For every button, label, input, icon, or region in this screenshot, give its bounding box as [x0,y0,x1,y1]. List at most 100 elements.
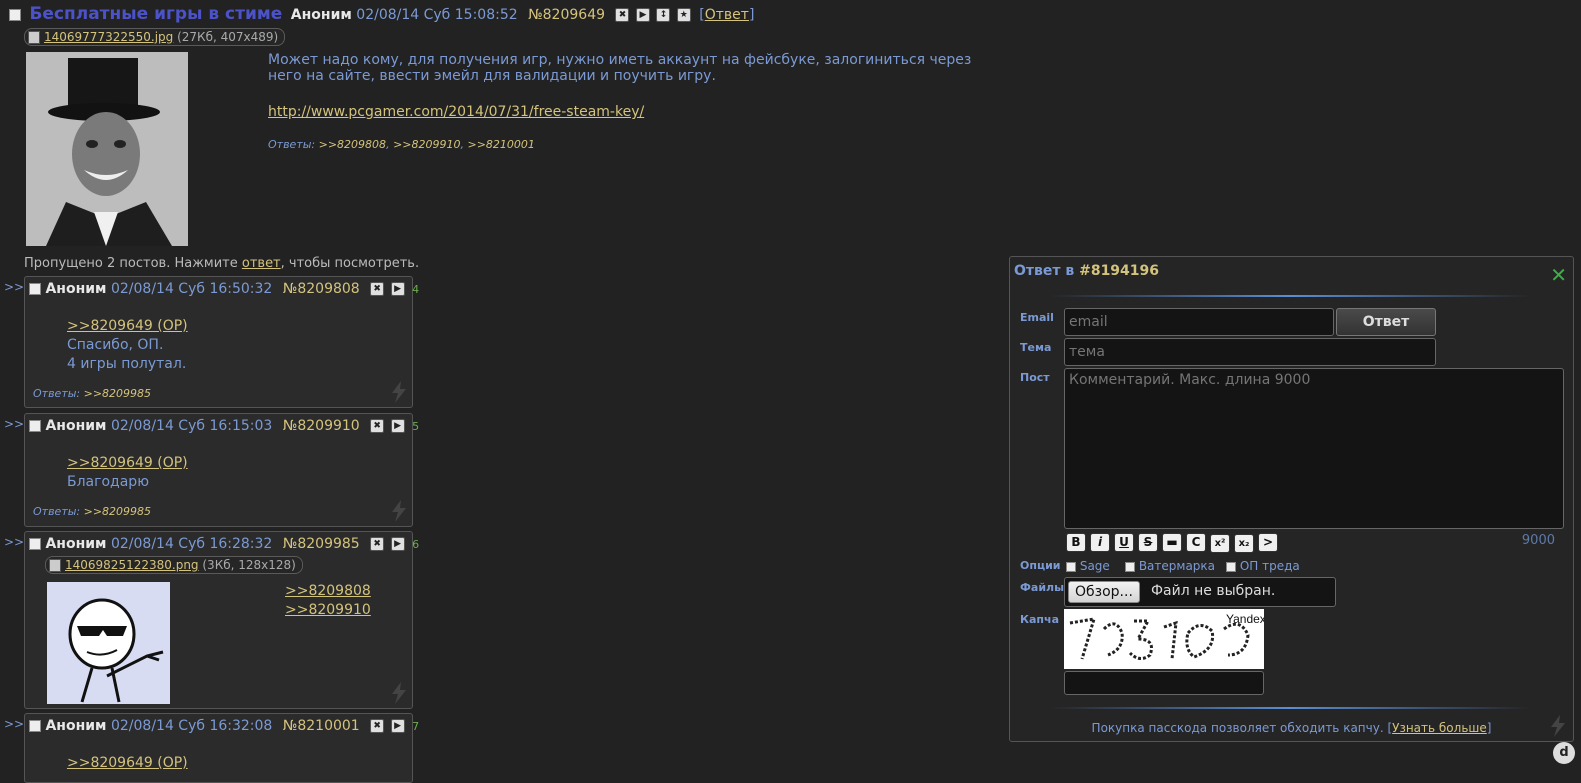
reply-ref[interactable]: >>8210001 [468,138,535,151]
select-checkbox[interactable] [29,720,41,732]
reply-image-thumbnail[interactable] [47,582,170,704]
quote-link[interactable]: >>8209910 [285,602,371,618]
skipped-posts-notice: Пропущено 2 постов. Нажмите ответ, чтобы… [24,256,419,271]
poster-name: Аноним [45,418,107,434]
hide-icon[interactable]: ✖ [370,537,385,551]
select-checkbox[interactable] [29,538,41,550]
quote-link[interactable]: >>8209649 (OP) [67,755,188,771]
code-button[interactable]: C [1186,533,1206,552]
post-date: 02/08/14 Суб 16:50:32 [110,281,273,297]
play-icon[interactable]: ▶ [390,282,405,296]
poster-name: Аноним [290,7,352,23]
op-file-link[interactable]: 14069777322550.jpg [44,30,173,44]
select-checkbox[interactable] [29,420,41,432]
reply-ref[interactable]: >>8209985 [84,505,151,518]
op-image-thumbnail[interactable] [26,52,188,246]
play-icon[interactable]: ▶ [390,419,405,433]
play-icon[interactable]: ▶ [390,537,405,551]
close-icon[interactable]: ✕ [1550,263,1567,287]
reply-line: Спасибо, ОП. [67,337,164,353]
italic-button[interactable]: i [1090,533,1110,552]
play-icon[interactable]: ▶ [390,719,405,733]
captcha-input[interactable] [1064,671,1264,695]
reply-marker: >> [4,717,25,731]
hide-icon[interactable]: ✖ [370,719,385,733]
hide-icon[interactable]: ✖ [370,419,385,433]
favorite-star-icon[interactable]: ★ [676,8,691,22]
lightning-icon[interactable] [390,500,408,522]
learn-more-link[interactable]: Узнать больше [1392,721,1487,735]
lightning-icon[interactable] [390,682,408,704]
bold-button[interactable]: B [1066,533,1086,552]
form-thread-number: #8194196 [1079,263,1160,279]
option-sage[interactable]: Sage [1066,559,1110,573]
reply-header: Аноним 02/08/14 Суб 16:28:32 №8209985 ✖ … [29,536,419,552]
reply-header: Аноним 02/08/14 Суб 16:15:03 №8209910 ✖ … [29,418,419,434]
option-label: ОП треда [1239,559,1300,573]
post-number[interactable]: №8209985 [283,536,360,552]
subject-label: Тема [1020,341,1052,354]
poster-name: Аноним [45,281,107,297]
reply-marker: >> [4,280,25,294]
reply-line: 4 игры полутал. [67,356,187,372]
replies-label: Ответы: [33,505,81,518]
captcha-brand: Yandex [1226,612,1264,626]
comment-textarea[interactable] [1064,368,1564,529]
reply-replies: Ответы: >>8209985 [33,505,151,518]
lightning-icon[interactable] [390,381,408,403]
passcode-text: Покупка пасскода позволяет обходить капч… [1091,721,1393,735]
op-replies: Ответы: >>8209808, >>8209910, >>8210001 [268,138,535,151]
expand-icon[interactable]: ↕ [656,8,671,22]
captcha-image[interactable]: Yandex [1064,609,1264,669]
op-external-link[interactable]: http://www.pcgamer.com/2014/07/31/free-s… [268,104,644,120]
file-icon [49,559,61,572]
email-input[interactable] [1064,308,1334,336]
subject-input[interactable] [1064,338,1436,366]
expand-skipped-link[interactable]: ответ [242,256,281,271]
post-number[interactable]: №8209910 [283,418,360,434]
browse-button[interactable]: Обзор... [1068,581,1140,603]
strike-button[interactable]: S [1138,533,1158,552]
quote-link[interactable]: >>8209649 (OP) [67,455,188,471]
post-number[interactable]: №8210001 [283,718,360,734]
quote-button[interactable]: > [1258,533,1278,552]
reply-replies: Ответы: >>8209985 [33,387,151,400]
select-checkbox[interactable] [29,283,41,295]
form-title: Ответ в #8194196 [1014,263,1159,279]
post-date: 02/08/14 Суб 16:15:03 [110,418,273,434]
option-op[interactable]: ОП треда [1226,559,1300,573]
lightning-icon[interactable] [1549,715,1567,737]
reply-ref[interactable]: >>8209910 [393,138,460,151]
hide-icon[interactable]: ✖ [615,8,630,22]
watermark-checkbox[interactable] [1125,561,1135,572]
thread-title: Бесплатные игры в стиме [29,4,283,24]
reply-body: >>8209649 (OP) Спасибо, ОП. 4 игры полут… [67,317,188,374]
no-file-text: Файл не выбран. [1151,583,1276,599]
submit-button[interactable]: Ответ [1336,308,1436,336]
reply-line: Благодарю [67,474,149,490]
sage-checkbox[interactable] [1066,561,1076,572]
hide-icon[interactable]: ✖ [370,282,385,296]
file-picker[interactable]: Обзор... Файл не выбран. [1064,577,1336,607]
superscript-button[interactable]: x² [1210,534,1230,553]
spoiler-button[interactable]: ▬ [1162,533,1182,552]
reply-link[interactable]: Ответ [705,7,749,23]
op-select-checkbox[interactable] [9,9,21,21]
post-number[interactable]: №8209808 [283,281,360,297]
post-count: 5 [412,420,420,433]
reply-file-meta: (3Кб, 128x128) [202,558,296,572]
op-checkbox[interactable] [1226,561,1236,572]
post-number[interactable]: №8209649 [528,7,605,23]
skipped-text-end: , чтобы посмотреть. [280,256,420,271]
reply-ref[interactable]: >>8209985 [84,387,151,400]
quote-link[interactable]: >>8209649 (OP) [67,318,188,334]
site-logo-icon[interactable]: d [1553,742,1575,764]
quote-link[interactable]: >>8209808 [285,583,371,599]
option-watermark[interactable]: Ватермарка [1125,559,1215,573]
reply-file-link[interactable]: 14069825122380.png [65,558,199,572]
reply-marker: >> [4,535,25,549]
reply-ref[interactable]: >>8209808 [319,138,386,151]
subscript-button[interactable]: x₂ [1234,534,1254,553]
underline-button[interactable]: U [1114,533,1134,552]
play-icon[interactable]: ▶ [635,8,650,22]
